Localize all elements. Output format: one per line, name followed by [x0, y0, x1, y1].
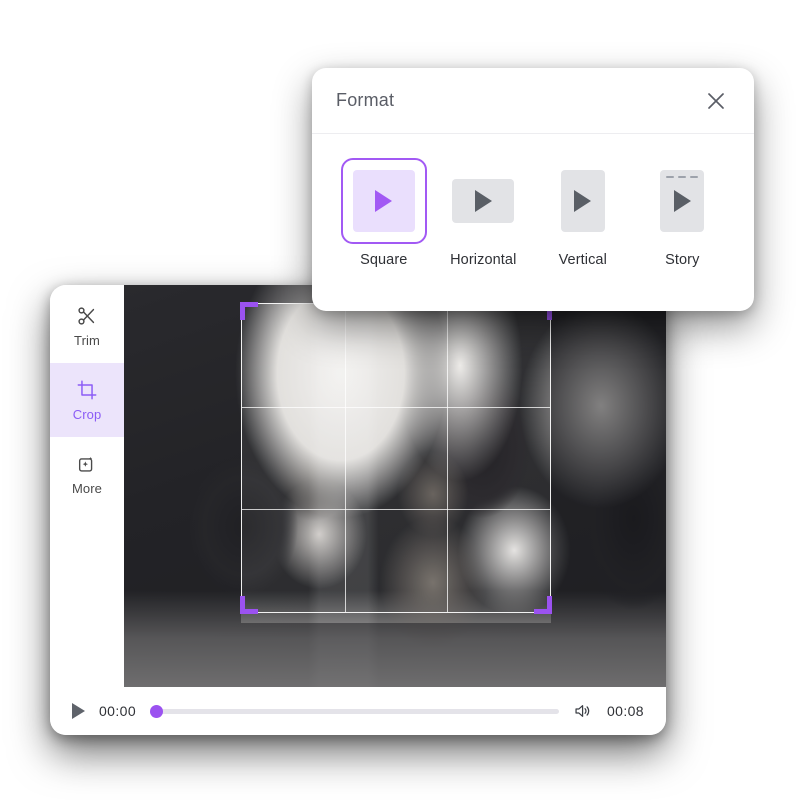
story-tile — [660, 170, 705, 232]
tool-item-crop-label: Crop — [72, 407, 102, 422]
format-option-horizontal[interactable]: Horizontal — [434, 158, 534, 268]
crop-grid-line-horizontal-1 — [242, 406, 550, 408]
video-preview-stage[interactable] — [124, 285, 666, 687]
play-glyph — [673, 190, 691, 212]
total-time-label: 00:08 — [606, 703, 644, 719]
tool-item-more-label: More — [71, 481, 103, 496]
format-option-horizontal-label: Horizontal — [450, 252, 517, 268]
scrubber-track — [150, 708, 559, 714]
tool-item-trim-label: Trim — [74, 333, 100, 348]
format-panel-title: Format — [336, 90, 395, 110]
crop-dim-bottom — [124, 623, 666, 687]
format-option-story-label: Story — [665, 252, 700, 268]
current-time-label: 00:00 — [99, 703, 137, 719]
scissors-icon — [76, 305, 98, 327]
format-options-list: Square Horizontal Vertical Story — [312, 134, 754, 268]
editor-tool-rail: Trim Crop More — [50, 285, 124, 687]
video-frame — [124, 285, 666, 687]
story-segment-dashes — [666, 176, 699, 178]
tool-item-crop[interactable]: Crop — [50, 363, 124, 437]
crop-handle-top-left[interactable] — [240, 302, 258, 320]
play-glyph — [375, 190, 393, 212]
play-glyph — [474, 190, 492, 212]
format-option-story[interactable]: Story — [633, 158, 733, 268]
format-option-square[interactable]: Square — [334, 158, 434, 268]
format-option-vertical[interactable]: Vertical — [533, 158, 633, 268]
crop-grid-line-horizontal-2 — [242, 509, 550, 511]
format-panel: Format Square Horizontal Vertical Story — [312, 68, 754, 311]
scrubber-handle[interactable] — [150, 704, 164, 718]
crop-dim-right — [551, 303, 666, 623]
close-icon[interactable] — [704, 89, 728, 113]
crop-selection-box[interactable] — [240, 302, 552, 614]
format-option-square-label: Square — [360, 252, 408, 268]
square-tile — [352, 170, 415, 232]
square-format-icon — [340, 158, 427, 244]
format-option-vertical-label: Vertical — [558, 252, 607, 268]
video-editor-window: Trim Crop More 00:00 00:08 — [50, 285, 666, 735]
play-glyph — [574, 190, 592, 212]
screenshot-root: Trim Crop More 00:00 00:08 Format Square… — [0, 0, 800, 800]
story-format-icon — [639, 158, 725, 244]
editor-body: Trim Crop More — [50, 285, 666, 687]
format-panel-header: Format — [312, 68, 754, 134]
horizontal-format-icon — [440, 158, 526, 244]
volume-icon[interactable] — [573, 702, 593, 720]
crop-handle-bottom-right[interactable] — [534, 596, 552, 614]
crop-grid-line-vertical-2 — [447, 304, 449, 612]
crop-icon — [76, 379, 98, 401]
play-icon[interactable] — [72, 703, 85, 719]
crop-grid-line-vertical-1 — [344, 304, 346, 612]
video-player-controls: 00:00 00:08 — [50, 687, 666, 735]
sparkle-icon — [76, 453, 98, 475]
tool-item-more[interactable]: More — [50, 437, 124, 511]
crop-dim-left — [124, 303, 241, 623]
tool-item-trim[interactable]: Trim — [50, 289, 124, 363]
playback-scrubber[interactable] — [150, 703, 559, 719]
vertical-format-icon — [540, 158, 626, 244]
horizontal-tile — [452, 179, 515, 223]
vertical-tile — [560, 170, 605, 232]
crop-handle-bottom-left[interactable] — [240, 596, 258, 614]
